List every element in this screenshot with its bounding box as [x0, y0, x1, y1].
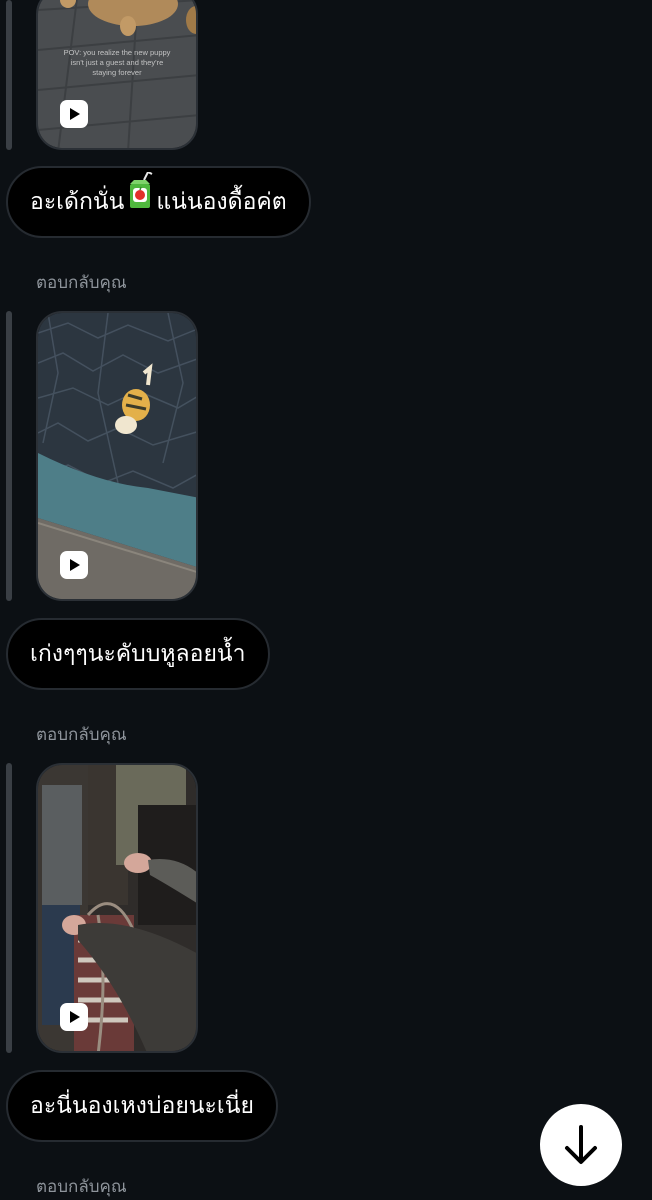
message-text: อะเด้กนั่น: [30, 189, 125, 215]
message-text: อะนี่นองเหงบ่อยนะเนี่ย: [30, 1093, 254, 1119]
video-thumbnail[interactable]: POV: you realize the new puppy isn't jus…: [36, 0, 198, 150]
reply-label: ตอบกลับคุณ: [36, 273, 127, 293]
reply-label: ตอบกลับคุณ: [36, 725, 127, 745]
message-bubble[interactable]: อะนี่นองเหงบ่อยนะเนี่ย: [6, 1070, 278, 1142]
message-text: เก่งๆๆนะคับบหูลอยน้ำ: [30, 641, 246, 667]
reply-indicator-line: [6, 311, 12, 601]
reply-indicator-line: [6, 763, 12, 1053]
chat-screen: POV: you realize the new puppy isn't jus…: [0, 0, 652, 1200]
reply-indicator-line: [6, 0, 12, 150]
video-thumbnail[interactable]: [36, 311, 198, 601]
message-text: แน่นองดื้อค่ต: [156, 189, 287, 215]
video-overlay-caption: POV: you realize the new puppy isn't jus…: [63, 48, 171, 77]
message-bubble[interactable]: เก่งๆๆนะคับบหูลอยน้ำ: [6, 618, 270, 690]
reel-play-icon: [60, 1003, 88, 1031]
video-thumbnail[interactable]: [36, 763, 198, 1053]
reel-play-icon: [60, 100, 88, 128]
message-bubble[interactable]: อะเด้กนั่น แน่นองดื้อค่ต: [6, 166, 311, 238]
arrow-down-icon: [565, 1125, 597, 1164]
reply-label: ตอบกลับคุณ: [36, 1177, 127, 1197]
juice-box-icon: [126, 169, 154, 237]
reel-play-icon: [60, 551, 88, 579]
scroll-to-bottom-button[interactable]: [540, 1104, 622, 1186]
